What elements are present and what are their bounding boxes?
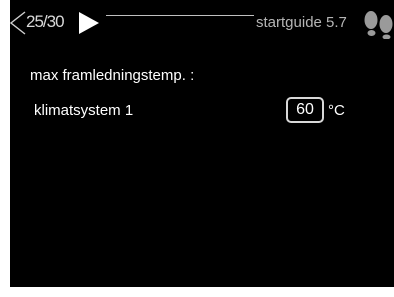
- temperature-unit: °C: [328, 102, 345, 119]
- page-counter: 25/30: [26, 12, 65, 31]
- nav-next-icon[interactable]: [78, 11, 100, 35]
- nav-prev-icon[interactable]: [10, 11, 26, 35]
- footprints-icon: [364, 11, 393, 39]
- temperature-value-field[interactable]: 60: [286, 97, 324, 123]
- display-screen: 25/30 startguide 5.7 max framledningstem…: [10, 0, 394, 287]
- setting-heading: max framledningstemp. :: [30, 67, 195, 84]
- header-divider: [106, 15, 254, 16]
- page-title: startguide 5.7: [256, 14, 347, 31]
- header-bar: 25/30 startguide 5.7: [10, 0, 394, 44]
- climate-system-label: klimatsystem 1: [34, 102, 134, 119]
